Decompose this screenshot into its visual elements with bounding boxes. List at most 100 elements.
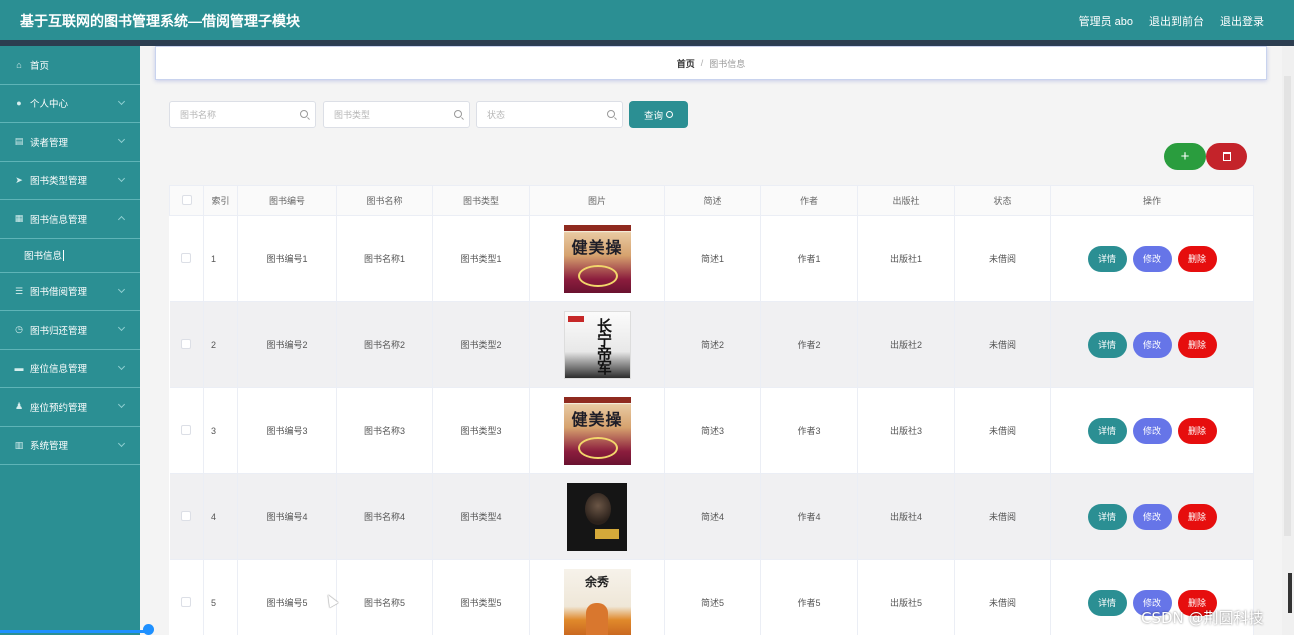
delete-button[interactable]: 删除 <box>1177 417 1217 444</box>
add-button[interactable]: + <box>1164 143 1206 170</box>
cell-author: 作者2 <box>760 301 858 388</box>
row-checkbox[interactable] <box>181 596 192 607</box>
clock-icon: ◷ <box>15 324 23 335</box>
cell-publisher: 出版社5 <box>857 559 955 635</box>
cell-summary: 简述1 <box>664 215 761 302</box>
sidebar-item-book-types[interactable]: ➤ 图书类型管理 <box>0 162 140 200</box>
cell-name: 图书名称4 <box>336 473 433 560</box>
cell-author: 作者1 <box>760 215 858 302</box>
sidebar-item-home[interactable]: ⌂ 首页 <box>0 46 140 85</box>
scroll-handle[interactable] <box>143 624 154 635</box>
cover-band <box>563 396 631 403</box>
cell-image: 长宁帝军 <box>529 301 665 388</box>
admin-label: 管理员 abo <box>1078 16 1133 28</box>
delete-button[interactable]: 删除 <box>1177 503 1217 530</box>
row-checkbox[interactable] <box>181 338 192 349</box>
person-icon: ♟ <box>14 401 24 412</box>
sidebar-item-label: 图书信息管理 <box>30 214 88 226</box>
detail-button[interactable]: 详情 <box>1087 503 1127 530</box>
sidebar-item-profile[interactable]: ● 个人中心 <box>0 85 140 123</box>
edit-button[interactable]: 修改 <box>1132 331 1172 358</box>
sidebar-subitem-label: 图书信息 <box>24 251 63 262</box>
column-header: 简述 <box>664 185 761 216</box>
book-type-search <box>323 101 470 128</box>
sidebar: ⌂ 首页 ● 个人中心 ▤ 读者管理 ➤ 图书类型管理 ▦ 图书信息管理 图书信息 ☰ 图书… <box>0 46 140 635</box>
cell-code: 图书编号2 <box>237 301 337 388</box>
book-cover-image: 健美操 <box>563 396 631 465</box>
row-select-cell <box>169 215 204 302</box>
top-header: 基于互联网的图书管理系统—借阅管理子模块 管理员 abo 退出到前台 退出登录 <box>0 0 1294 40</box>
query-button-label: 查询 <box>643 110 663 122</box>
vertical-scrollbar[interactable] <box>1282 46 1294 635</box>
cell-summary: 简述5 <box>664 559 761 635</box>
delete-button[interactable]: 删除 <box>1177 331 1217 358</box>
scrollbar-thumb[interactable] <box>1284 76 1291 536</box>
book-name-input[interactable] <box>170 102 315 127</box>
cell-type: 图书类型4 <box>432 473 530 560</box>
cell-author: 作者3 <box>760 387 858 474</box>
cover-portrait <box>585 492 611 525</box>
sidebar-item-book-info[interactable]: ▦ 图书信息管理 <box>0 200 140 239</box>
row-select-cell <box>169 387 204 474</box>
cell-index: 2 <box>203 301 238 388</box>
cell-summary: 简述3 <box>664 387 761 474</box>
cell-author: 作者4 <box>760 473 858 560</box>
sidebar-subitem-book-info[interactable]: 图书信息 <box>0 238 140 273</box>
cell-code: 图书编号4 <box>237 473 337 560</box>
table-header-row: 索引 图书编号 图书名称 图书类型 图片 简述 作者 出版社 状态 操作 <box>169 185 1254 216</box>
sidebar-item-system[interactable]: ▥ 系统管理 <box>0 427 140 465</box>
search-icon <box>300 110 308 118</box>
batch-delete-button[interactable] <box>1206 143 1247 170</box>
edit-button[interactable]: 修改 <box>1132 245 1172 272</box>
cell-actions: 详情 修改 删除 <box>1050 215 1254 302</box>
row-checkbox[interactable] <box>181 424 192 435</box>
cell-index: 3 <box>203 387 238 474</box>
sidebar-item-borrow[interactable]: ☰ 图书借阅管理 <box>0 273 140 311</box>
sidebar-item-readers[interactable]: ▤ 读者管理 <box>0 123 140 162</box>
sidebar-item-return[interactable]: ◷ 图书归还管理 <box>0 311 140 350</box>
breadcrumb-home[interactable]: 首页 <box>677 57 695 70</box>
cell-type: 图书类型1 <box>432 215 530 302</box>
sidebar-item-seat-info[interactable]: ▬ 座位信息管理 <box>0 350 140 388</box>
sidebar-item-seat-booking[interactable]: ♟ 座位预约管理 <box>0 388 140 427</box>
detail-button[interactable]: 详情 <box>1087 245 1127 272</box>
book-name-search <box>169 101 316 128</box>
seat-icon: ▬ <box>14 363 24 374</box>
cell-image: 健美操 <box>529 387 665 474</box>
search-icon <box>666 111 673 118</box>
row-checkbox[interactable] <box>181 252 192 263</box>
edit-button[interactable]: 修改 <box>1132 503 1172 530</box>
chevron-down-icon <box>117 362 126 370</box>
status-input[interactable] <box>477 102 622 127</box>
cell-name: 图书名称2 <box>336 301 433 388</box>
trash-icon <box>1222 152 1231 161</box>
sidebar-item-label: 系统管理 <box>30 441 69 453</box>
sidebar-item-label: 首页 <box>30 60 50 72</box>
logout-link[interactable]: 退出登录 <box>1220 13 1264 29</box>
cover-title: 余秀 <box>584 574 609 589</box>
select-all-checkbox[interactable] <box>181 194 192 205</box>
cell-status: 未借阅 <box>954 387 1051 474</box>
cover-swirl <box>577 436 618 459</box>
cell-publisher: 出版社4 <box>857 473 955 560</box>
back-to-front-link[interactable]: 退出到前台 <box>1149 13 1204 29</box>
detail-button[interactable]: 详情 <box>1087 589 1127 616</box>
detail-button[interactable]: 详情 <box>1087 417 1127 444</box>
cell-index: 1 <box>203 215 238 302</box>
cover-title: 健美操 <box>571 237 623 257</box>
cell-image <box>529 473 665 560</box>
chevron-down-icon <box>117 400 126 409</box>
book-type-input[interactable] <box>324 102 469 127</box>
chevron-down-icon <box>117 323 126 332</box>
table-row: 4 图书编号4 图书名称4 图书类型4 简述4 作者4 出版社4 未借阅 详情修… <box>169 473 1254 560</box>
breadcrumb: 首页 / 图书信息 <box>155 46 1267 80</box>
cell-status: 未借阅 <box>954 559 1051 635</box>
query-button[interactable]: 查询 <box>629 101 688 128</box>
row-checkbox[interactable] <box>181 510 192 521</box>
chevron-down-icon <box>117 174 126 182</box>
cell-index: 5 <box>203 559 238 635</box>
cell-type: 图书类型3 <box>432 387 530 474</box>
detail-button[interactable]: 详情 <box>1087 331 1127 358</box>
delete-button[interactable]: 删除 <box>1177 245 1217 272</box>
edit-button[interactable]: 修改 <box>1132 417 1172 444</box>
